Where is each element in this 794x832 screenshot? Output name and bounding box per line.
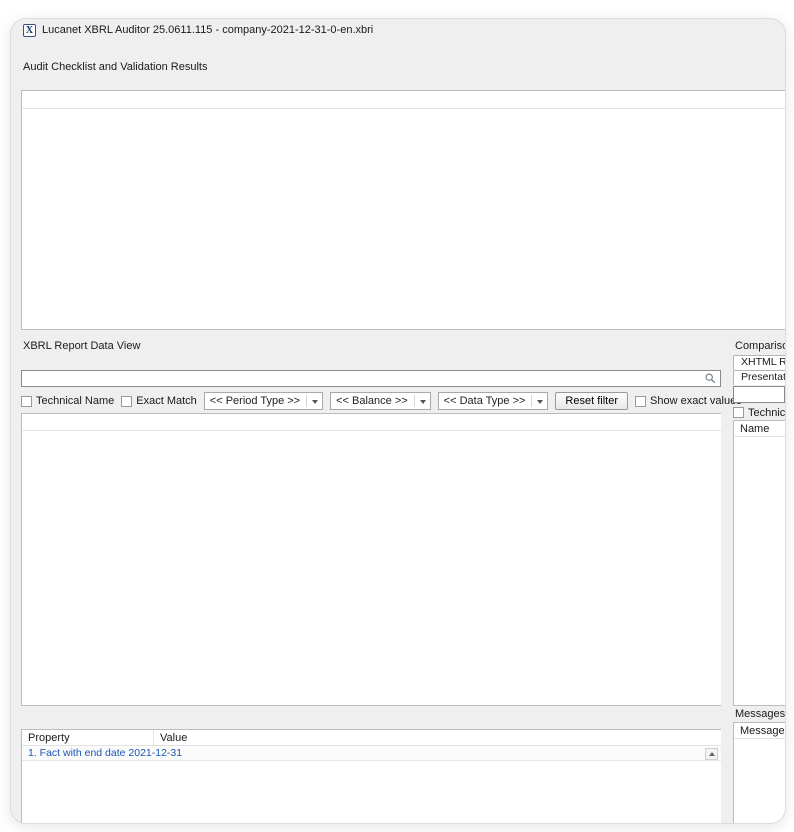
report-tabstrip: [11, 354, 721, 369]
column-header-property[interactable]: Property: [22, 730, 154, 745]
tab-presentation[interactable]: Presentation: [733, 370, 785, 385]
tree-body: [22, 431, 721, 705]
technical-name-filter[interactable]: Technical Name: [21, 395, 114, 407]
report-section-label: XBRL Report Data View: [11, 338, 721, 354]
tree-header: [22, 414, 721, 431]
exact-match-filter[interactable]: Exact Match: [121, 395, 197, 407]
comparison-column-header[interactable]: Name: [734, 421, 785, 437]
main-area: XBRL Report Data View Technical Name: [11, 338, 785, 824]
properties-table: Property Value 1. Fact with end date 202…: [21, 729, 721, 824]
technical-name-label: Technical Name: [36, 395, 114, 407]
data-type-dropdown[interactable]: << Data Type >>: [438, 392, 549, 410]
checklist-header: [22, 91, 785, 109]
balance-dropdown[interactable]: << Balance >>: [330, 392, 431, 410]
app-window: X Lucanet XBRL Auditor 25.0611.115 - com…: [10, 18, 786, 824]
comparison-technical-label: Technica...: [748, 407, 785, 419]
window-title: Lucanet XBRL Auditor 25.0611.115 - compa…: [42, 24, 373, 36]
reset-filter-button[interactable]: Reset filter: [555, 392, 628, 410]
comparison-section-label: Comparison Vie...: [727, 338, 785, 354]
titlebar: X Lucanet XBRL Auditor 25.0611.115 - com…: [11, 19, 785, 41]
filter-row: Technical Name Exact Match << Period Typ…: [11, 389, 721, 413]
messages-list: Message: [733, 722, 785, 824]
report-data-panel: XBRL Report Data View Technical Name: [11, 338, 721, 706]
horizontal-splitter[interactable]: [11, 330, 785, 338]
data-type-value: << Data Type >>: [444, 395, 526, 407]
search-input[interactable]: [21, 370, 721, 387]
right-column: Comparison Vie... XHTML Report Presentat…: [727, 338, 785, 824]
comparison-filter: Technica...: [727, 405, 785, 420]
period-type-value: << Period Type >>: [210, 395, 300, 407]
exact-match-checkbox[interactable]: [121, 396, 132, 407]
period-type-dropdown[interactable]: << Period Type >>: [204, 392, 323, 410]
messages-panel: Messages Message: [727, 706, 785, 824]
scroll-up-button[interactable]: [705, 748, 718, 760]
column-header-value[interactable]: Value: [154, 730, 721, 745]
balance-value: << Balance >>: [336, 395, 408, 407]
comparison-technical-checkbox[interactable]: [733, 407, 744, 418]
show-exact-values-checkbox[interactable]: [635, 396, 646, 407]
report-search: [21, 370, 721, 389]
menubar: [11, 41, 785, 59]
presentation-tree-table: [21, 413, 721, 706]
search-icon: [705, 373, 716, 384]
properties-panel: Property Value 1. Fact with end date 202…: [11, 714, 721, 824]
properties-tabstrip: [11, 714, 721, 729]
fact-group-header: 1. Fact with end date 2021-12-31: [22, 746, 721, 761]
comparison-search: [733, 386, 785, 405]
properties-splitter[interactable]: [11, 706, 721, 714]
audit-checklist-table: [21, 90, 785, 330]
technical-name-checkbox[interactable]: [21, 396, 32, 407]
comparison-search-input[interactable]: [733, 386, 785, 403]
comparison-tabstrip: XHTML Report: [727, 354, 785, 369]
audit-tabstrip: [11, 75, 785, 90]
comparison-panel: Comparison Vie... XHTML Report Presentat…: [727, 338, 785, 706]
tab-xhtml-report[interactable]: XHTML Report: [733, 355, 785, 370]
messages-column-header[interactable]: Message: [734, 723, 785, 739]
exact-match-label: Exact Match: [136, 395, 197, 407]
audit-section-label: Audit Checklist and Validation Results: [11, 59, 785, 75]
comparison-subtabstrip: Presentation: [727, 369, 785, 384]
comparison-tree: Name: [733, 420, 785, 706]
app-icon: X: [23, 24, 36, 37]
properties-header: Property Value: [22, 730, 721, 746]
left-column: XBRL Report Data View Technical Name: [11, 338, 721, 824]
messages-section-label: Messages: [727, 706, 785, 722]
